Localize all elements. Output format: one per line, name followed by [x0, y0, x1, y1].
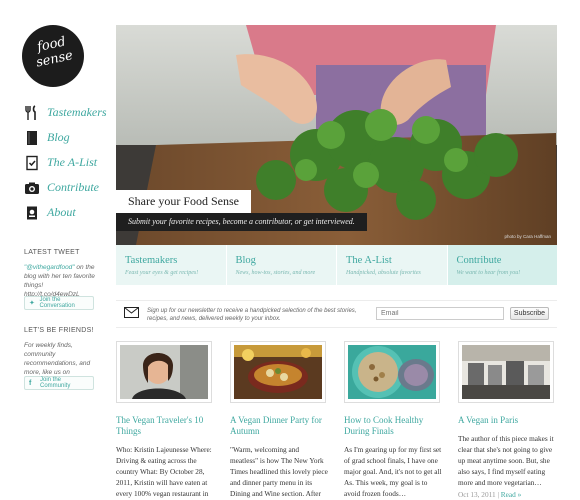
- nav-label: Tastemakers: [47, 105, 107, 119]
- photo-credit: photo by Cara Haffman: [504, 234, 551, 239]
- read-more-link[interactable]: Read »: [501, 490, 521, 499]
- nav-label: Blog: [47, 130, 70, 144]
- article-card: How to Cook Healthy During Finals As I'm…: [344, 341, 442, 499]
- article-thumbnail[interactable]: [344, 341, 440, 403]
- nav-item-tastemakers[interactable]: Tastemakers: [24, 100, 107, 125]
- join-community-label: Join the Community: [40, 377, 71, 389]
- hero-subtitle: Submit your favorite recipes, become a c…: [116, 213, 367, 231]
- join-community-button[interactable]: f Join the Community: [24, 376, 94, 390]
- article-card: A Vegan Dinner Party for Autumn "Warm, w…: [230, 341, 328, 500]
- article-title[interactable]: A Vegan Dinner Party for Autumn: [230, 415, 328, 437]
- newsletter-signup: Sign up for our newsletter to receive a …: [116, 300, 557, 328]
- latest-tweet-heading: LATEST TWEET: [24, 249, 80, 256]
- twitter-bird-icon: ✦: [29, 299, 35, 307]
- article-excerpt: The author of this piece makes it clear …: [458, 434, 554, 487]
- hero-title: Share your Food Sense: [116, 190, 251, 213]
- join-conversation-button[interactable]: ✦ Join the Conversation: [24, 296, 94, 310]
- nav-item-about[interactable]: About: [24, 200, 107, 225]
- sidebar: food sense Tastemakers Blog The A-List C…: [0, 0, 108, 500]
- nav-label: Contribute: [47, 180, 100, 194]
- tab-title: Blog: [235, 255, 256, 266]
- woman-portrait-image: [120, 345, 208, 399]
- article-title[interactable]: A Vegan in Paris: [458, 415, 556, 426]
- tab-subtitle: News, how-tos, stories, and more: [235, 270, 316, 276]
- tab-title: The A-List: [346, 255, 392, 266]
- tab-subtitle: We want to hear from you!: [456, 270, 521, 276]
- email-field[interactable]: [376, 307, 504, 320]
- nav-item-blog[interactable]: Blog: [24, 125, 107, 150]
- checklist-icon: [24, 155, 40, 171]
- article-list: The Vegan Traveler's 10 Things Who: Kris…: [116, 341, 557, 500]
- article-card: The Vegan Traveler's 10 Things Who: Kris…: [116, 341, 214, 500]
- contact-card-icon: [24, 205, 40, 221]
- tab-title: Contribute: [456, 255, 502, 266]
- tab-subtitle: Feast your eyes & get recipes!: [125, 270, 199, 276]
- article-title[interactable]: How to Cook Healthy During Finals: [344, 415, 442, 437]
- article-excerpt: "Warm, welcoming and meatless" is how Th…: [230, 445, 328, 498]
- facebook-icon: f: [29, 379, 32, 387]
- nav-item-a-list[interactable]: The A-List: [24, 150, 107, 175]
- tab-contribute[interactable]: Contribute We want to hear from you!: [447, 245, 557, 285]
- main-nav: Tastemakers Blog The A-List Contribute A…: [24, 100, 107, 225]
- tweet-handle[interactable]: "@vithegardfood": [24, 264, 75, 271]
- subscribe-button[interactable]: Subscribe: [510, 307, 549, 320]
- friends-heading: LET'S BE FRIENDS!: [24, 327, 94, 334]
- nav-label: About: [47, 205, 76, 219]
- article-excerpt: Who: Kristin Lajeunesse Where: Driving &…: [116, 445, 212, 498]
- article-thumbnail[interactable]: [458, 341, 554, 403]
- article-card: A Vegan in Paris The author of this piec…: [458, 341, 556, 499]
- hero-banner[interactable]: Share your Food Sense Submit your favori…: [116, 25, 557, 245]
- tab-blog[interactable]: Blog News, how-tos, stories, and more: [227, 245, 337, 285]
- tab-tastemakers[interactable]: Tastemakers Feast your eyes & get recipe…: [116, 245, 227, 285]
- envelope-icon: [124, 307, 139, 318]
- nav-item-contribute[interactable]: Contribute: [24, 175, 107, 200]
- camera-icon: [24, 180, 40, 196]
- article-date: Oct 13, 2011 |: [458, 490, 501, 499]
- book-icon: [24, 130, 40, 146]
- article-title[interactable]: The Vegan Traveler's 10 Things: [116, 415, 214, 437]
- paris-kitchen-image: [462, 345, 550, 399]
- tab-subtitle: Handpicked, absolute favorites: [346, 270, 421, 276]
- grain-bowl-image: [348, 345, 436, 399]
- newsletter-text: Sign up for our newsletter to receive a …: [147, 308, 357, 322]
- article-thumbnail[interactable]: [116, 341, 212, 403]
- latest-tweet-text: "@vithegardfood" on the blog with her te…: [24, 263, 100, 299]
- food-sense-logo[interactable]: food sense: [22, 25, 84, 87]
- tab-title: Tastemakers: [125, 255, 178, 266]
- tab-a-list[interactable]: The A-List Handpicked, absolute favorite…: [337, 245, 448, 285]
- article-meta: Oct 13, 2011 | Read »: [458, 490, 556, 499]
- join-conversation-label: Join the Conversation: [39, 297, 75, 309]
- article-excerpt: As I'm gearing up for my first set of gr…: [344, 445, 442, 498]
- logo-wordmark: food sense: [20, 31, 87, 73]
- article-thumbnail[interactable]: [230, 341, 326, 403]
- nav-label: The A-List: [47, 155, 98, 169]
- section-tabs: Tastemakers Feast your eyes & get recipe…: [116, 245, 557, 285]
- utensils-icon: [24, 104, 40, 121]
- dinner-dish-image: [234, 345, 322, 399]
